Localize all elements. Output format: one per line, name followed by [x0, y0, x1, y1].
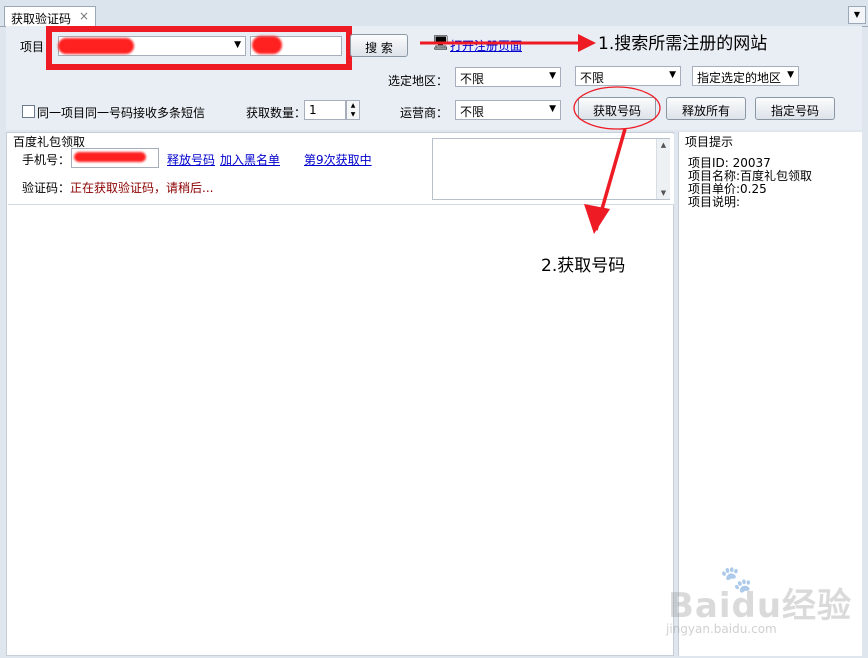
fetch-count-label: 获取数量：: [246, 106, 307, 120]
chevron-down-icon: ▼: [549, 104, 556, 114]
region-specify-select[interactable]: 指定选定的地区 ▼: [692, 66, 799, 86]
specify-number-button[interactable]: 指定号码: [755, 97, 835, 120]
annotation-arrow-1: [420, 34, 596, 52]
code-label: 验证码：: [22, 181, 71, 195]
project-tips-body: 项目ID: 20037 项目名称:百度礼包领取 项目单价:0.25 项目说明:: [688, 157, 812, 209]
code-status: 正在获取验证码，请稍后...: [70, 181, 214, 195]
region-label: 选定地区：: [388, 74, 449, 88]
close-icon[interactable]: ×: [79, 9, 89, 23]
carrier-label: 运营商：: [400, 106, 449, 120]
highlight-box: [46, 26, 352, 70]
region-specify-value: 指定选定的地区: [697, 71, 782, 85]
region-city-value: 不限: [580, 71, 605, 85]
watermark-logo: Baidu经验: [668, 578, 852, 627]
same-project-checkbox[interactable]: [22, 105, 35, 118]
carrier-select[interactable]: 不限 ▼: [455, 100, 561, 120]
annotation-step-1: 1.搜索所需注册的网站: [598, 34, 768, 54]
search-button[interactable]: 搜 索: [350, 34, 408, 57]
chevron-down-icon[interactable]: ▼: [848, 6, 866, 24]
region-city-select[interactable]: 不限 ▼: [575, 66, 681, 86]
fetch-count-stepper[interactable]: ▲ ▼: [346, 100, 360, 120]
paw-icon: 🐾: [720, 565, 753, 595]
annotation-arrow-2: [573, 86, 661, 234]
blacklist-link[interactable]: 加入黑名单: [220, 151, 280, 168]
attempt-status-link[interactable]: 第9次获取中: [304, 151, 372, 168]
chevron-down-icon: ▼: [549, 71, 556, 81]
tab-title: 获取验证码: [11, 12, 72, 26]
tab-get-code[interactable]: 获取验证码 ×: [4, 6, 96, 26]
release-all-button[interactable]: 释放所有: [666, 97, 746, 120]
release-number-link[interactable]: 释放号码: [167, 151, 215, 168]
redaction-mark: [74, 152, 146, 162]
watermark-brand: Baidu经验: [668, 586, 853, 626]
annotation-step-2: 2.获取号码: [541, 256, 626, 276]
tab-strip: 获取验证码 × ▼: [0, 0, 868, 27]
phone-label: 手机号：: [22, 153, 71, 167]
chevron-down-icon: ▼: [669, 70, 676, 80]
fetch-count-value: 1: [309, 103, 317, 117]
project-label: 项目: [20, 40, 45, 54]
project-tips-title: 项目提示: [685, 135, 734, 149]
carrier-value: 不限: [460, 105, 485, 119]
same-project-label: 同一项目同一号码接收多条短信: [37, 106, 206, 120]
watermark-url: jingyan.baidu.com: [666, 622, 777, 636]
region-province-value: 不限: [460, 72, 485, 86]
chevron-down-icon: ▼: [787, 70, 794, 80]
fetch-count-input[interactable]: 1: [304, 100, 346, 120]
region-province-select[interactable]: 不限 ▼: [455, 67, 561, 87]
project-description: 项目说明:: [688, 195, 741, 209]
